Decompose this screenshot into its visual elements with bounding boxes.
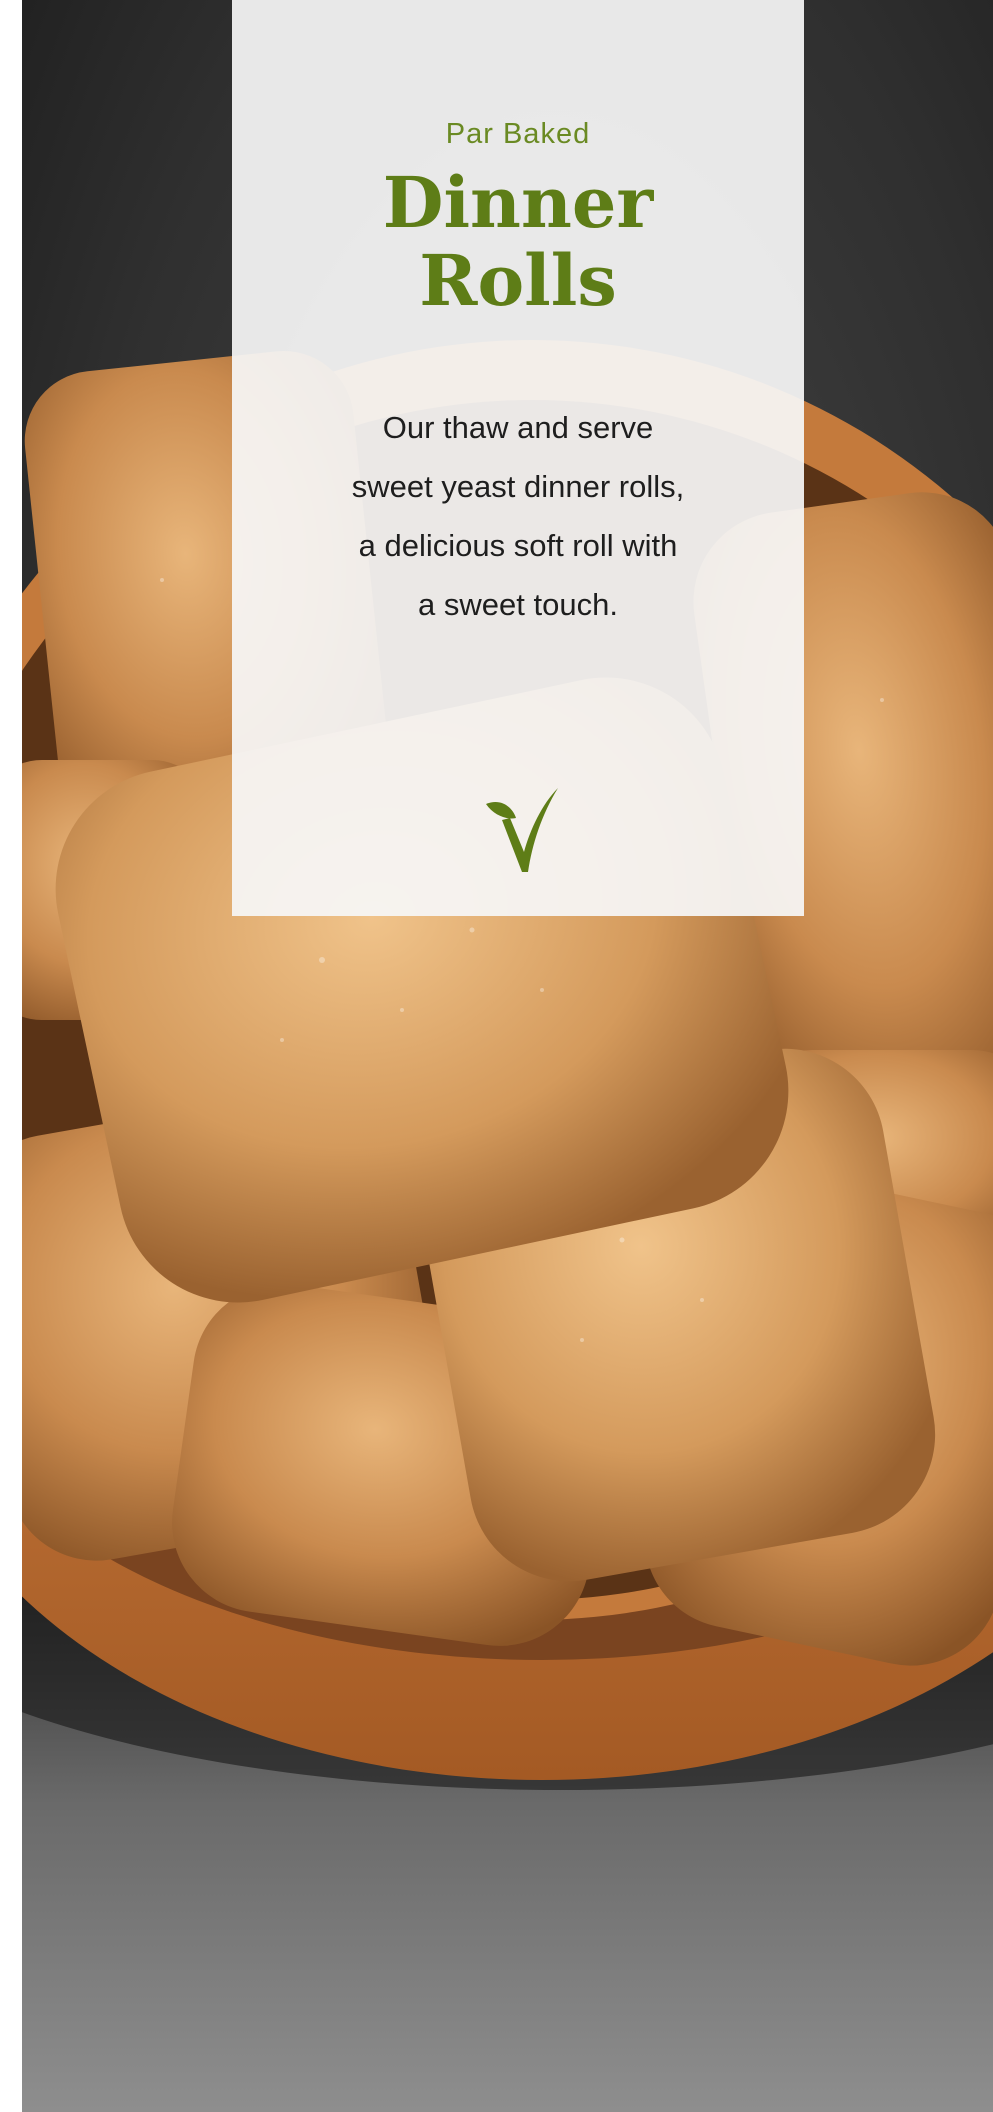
title-line: Rolls (419, 239, 617, 322)
description-line: a delicious soft roll with (358, 528, 678, 563)
title-line: Dinner (382, 161, 654, 244)
product-description: Our thaw and serve sweet yeast dinner ro… (312, 398, 724, 634)
leaf-check-icon (486, 788, 558, 872)
product-poster: Par Baked Dinner Rolls Our thaw and serv… (22, 0, 993, 2112)
description-line: sweet yeast dinner rolls, (351, 469, 685, 504)
product-eyebrow: Par Baked (445, 118, 591, 150)
description-line: a sweet touch. (418, 587, 618, 622)
product-title: Dinner Rolls (232, 164, 804, 320)
info-card: Par Baked Dinner Rolls Our thaw and serv… (232, 0, 804, 916)
description-line: Our thaw and serve (382, 410, 654, 445)
